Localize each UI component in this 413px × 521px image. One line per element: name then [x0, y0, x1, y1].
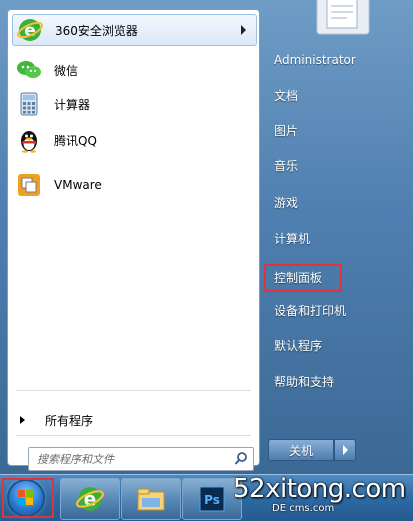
program-item-qq[interactable]: 腾讯QQ [12, 125, 255, 155]
right-item-music[interactable]: 音乐 [266, 152, 394, 180]
right-item-default-programs[interactable]: 默认程序 [266, 332, 394, 360]
watermark-text: 52xitong.com [233, 474, 406, 504]
start-menu: e 360安全浏览器 微信 计算器 腾讯QQ VMware 所有程序 搜索程序和… [0, 0, 413, 474]
program-label: 腾讯QQ [54, 133, 97, 148]
file-explorer-icon [137, 488, 165, 511]
user-picture[interactable] [311, 0, 375, 38]
start-button-highlight [2, 478, 54, 518]
right-item-games[interactable]: 游戏 [266, 189, 394, 217]
right-item-pictures[interactable]: 图片 [266, 117, 394, 145]
programs-pane: e 360安全浏览器 微信 计算器 腾讯QQ VMware 所有程序 搜索程序和… [7, 9, 260, 471]
search-box [28, 447, 254, 471]
program-item-calculator[interactable]: 计算器 [12, 89, 255, 119]
photoshop-icon: Ps [199, 486, 225, 512]
svg-text:Ps: Ps [204, 493, 220, 507]
watermark-subtext: DE cms.com [272, 503, 335, 514]
program-label: VMware [54, 178, 102, 192]
right-item-administrator[interactable]: Administrator [266, 46, 394, 74]
program-item-vmware[interactable]: VMware [12, 170, 255, 200]
right-item-devices-printers[interactable]: 设备和打印机 [266, 297, 394, 325]
program-label: 计算器 [54, 97, 91, 112]
all-programs-item[interactable]: 所有程序 [20, 409, 255, 431]
submenu-arrow-icon [241, 25, 246, 35]
all-programs-label: 所有程序 [45, 413, 94, 428]
program-label: 微信 [54, 63, 79, 78]
taskbar-file-explorer[interactable] [121, 478, 181, 520]
wechat-icon [17, 61, 41, 78]
search-icon[interactable] [233, 450, 249, 467]
program-label: 360安全浏览器 [55, 23, 138, 38]
calculator-icon [20, 92, 38, 116]
taskbar-ie-browser[interactable]: e [60, 478, 120, 520]
right-item-documents[interactable]: 文档 [266, 82, 394, 110]
vmware-icon [18, 174, 40, 196]
shutdown-options-button[interactable] [334, 439, 356, 461]
shutdown-button[interactable]: 关机 [268, 439, 334, 461]
right-item-control-panel[interactable]: 控制面板 [264, 264, 342, 292]
expand-arrow-icon [20, 416, 25, 424]
divider [16, 435, 251, 436]
right-item-computer[interactable]: 计算机 [266, 225, 394, 253]
ie-browser-icon: e [17, 19, 43, 41]
program-item-wechat[interactable]: 微信 [12, 55, 255, 85]
ie-browser-icon: e [76, 487, 104, 511]
qq-penguin-icon [21, 131, 37, 153]
program-item-360-browser[interactable]: e 360安全浏览器 [12, 14, 257, 46]
search-input[interactable] [35, 450, 229, 469]
right-item-help-support[interactable]: 帮助和支持 [266, 368, 394, 396]
divider [16, 390, 251, 391]
